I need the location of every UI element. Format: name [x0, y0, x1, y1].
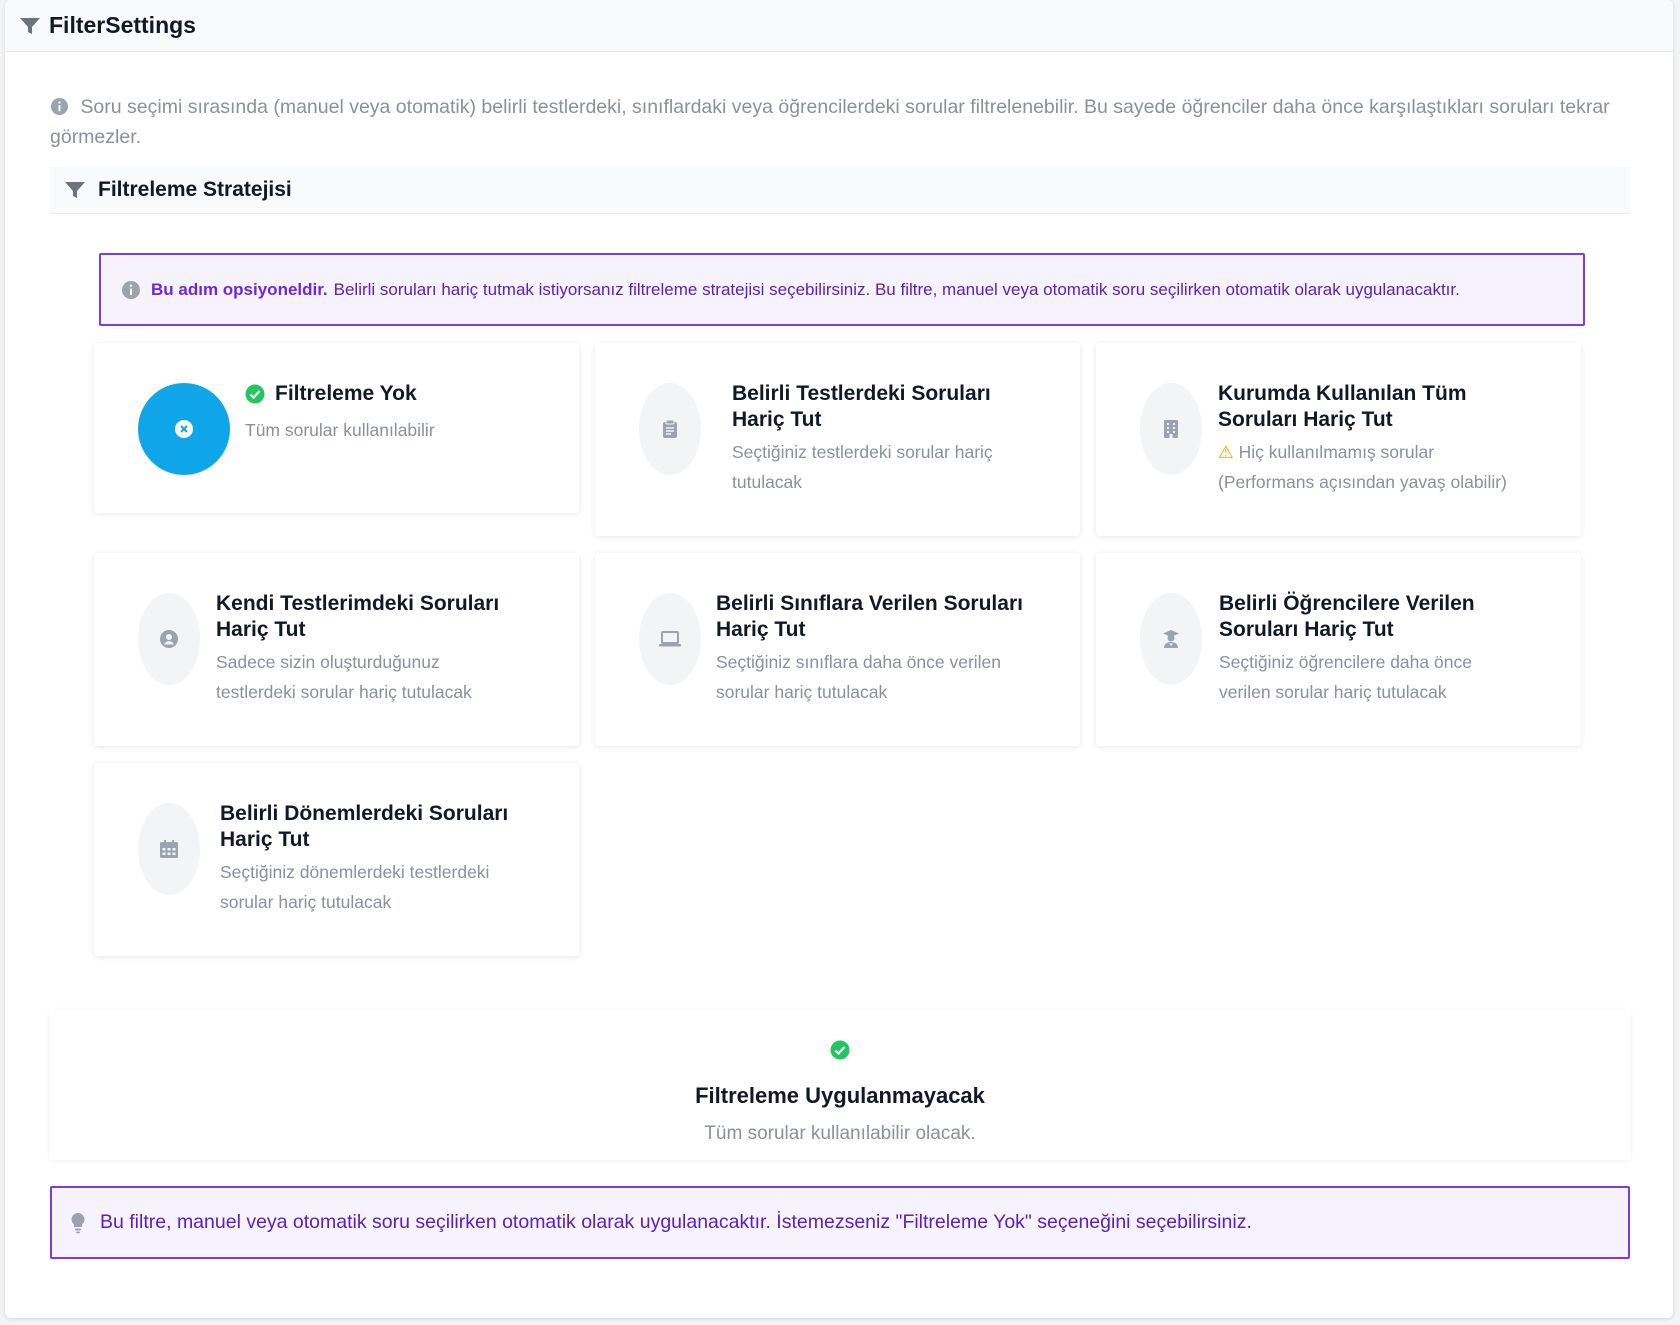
check-circle-icon: [245, 384, 265, 404]
panel-title: FilterSettings: [49, 12, 196, 38]
option-title-2: Hariç Tut: [216, 618, 306, 641]
option-title-2: Hariç Tut: [716, 618, 806, 641]
option-desc-1: Sadece sizin oluşturduğunuz: [216, 652, 440, 672]
option-title-1: Belirli Sınıflara Verilen Soruları: [716, 592, 1023, 615]
lightbulb-icon: [71, 1212, 85, 1233]
strategy-title: Filtreleme Stratejisi: [98, 178, 292, 201]
building-icon: [1164, 420, 1178, 438]
option-desc-2: (Performans açısından yavaş olabilir): [1218, 472, 1507, 492]
option-all-institution[interactable]: Kurumda Kullanılan Tüm Soruları Hariç Tu…: [1096, 343, 1581, 536]
option-title-1: Kendi Testlerimdeki Soruları: [216, 592, 500, 615]
option-specific-students[interactable]: Belirli Öğrencilere Verilen Soruları Har…: [1096, 553, 1581, 746]
option-icon-bg: [639, 383, 701, 475]
option-desc-1: Seçtiğiniz sınıflara daha önce verilen: [716, 652, 1002, 672]
graduate-icon: [1163, 630, 1179, 648]
option-desc-1: Seçtiğiniz dönemlerdeki testlerdeki: [220, 862, 490, 882]
warning-icon: ⚠: [1218, 442, 1234, 462]
option-specific-classes[interactable]: Belirli Sınıflara Verilen Soruları Hariç…: [595, 553, 1080, 746]
selected-indicator: [138, 383, 230, 475]
check-circle-icon: [830, 1040, 850, 1060]
option-icon-bg: [138, 593, 200, 685]
option-title-1: Belirli Testlerdeki Soruları: [732, 382, 991, 405]
option-desc-2: testlerdeki sorular hariç tutulacak: [216, 682, 472, 702]
option-desc-2: sorular hariç tutulacak: [220, 892, 392, 912]
intro-text: Soru seçimi sırasında (manuel veya otoma…: [50, 92, 1620, 152]
option-desc-2: sorular hariç tutulacak: [716, 682, 888, 702]
user-circle-icon: [160, 630, 178, 648]
result-title: Filtreleme Uygulanmayacak: [695, 1083, 985, 1108]
tip-text: Bu filtre, manuel veya otomatik soru seç…: [100, 1211, 1252, 1233]
option-title-2: Soruları Hariç Tut: [1218, 408, 1393, 431]
option-desc-1: Hiç kullanılmamış sorular: [1238, 442, 1435, 462]
option-icon-bg: [639, 593, 701, 685]
option-title-2: Hariç Tut: [732, 408, 822, 431]
filter-settings-panel: FilterSettings Soru seçimi sırasında (ma…: [5, 0, 1673, 1318]
intro-label: Soru seçimi sırasında (manuel veya otoma…: [50, 96, 1610, 148]
option-title-2: Hariç Tut: [220, 828, 310, 851]
option-icon-bg: [1140, 593, 1202, 685]
x-circle-icon: [175, 420, 193, 438]
option-specific-periods[interactable]: Belirli Dönemlerdeki Soruları Hariç Tut …: [94, 763, 579, 956]
option-icon-bg: [138, 803, 200, 895]
option-title-1: Kurumda Kullanılan Tüm: [1218, 382, 1467, 405]
option-title: Filtreleme Yok: [275, 382, 417, 405]
result-desc: Tüm sorular kullanılabilir olacak.: [704, 1123, 976, 1144]
panel-header: FilterSettings: [5, 0, 1673, 52]
filter-result-summary: Filtreleme Uygulanmayacak Tüm sorular ku…: [50, 1010, 1630, 1160]
option-specific-tests[interactable]: Belirli Testlerdeki Soruları Hariç Tut S…: [595, 343, 1080, 536]
option-title-1: Belirli Dönemlerdeki Soruları: [220, 802, 509, 825]
laptop-icon: [659, 631, 681, 647]
option-desc-1: Seçtiğiniz testlerdeki sorular hariç: [732, 442, 993, 462]
strategy-header: Filtreleme Stratejisi: [50, 167, 1630, 214]
option-icon-bg: [1140, 383, 1202, 475]
option-title-1: Belirli Öğrencilere Verilen: [1219, 592, 1475, 615]
info-icon: [122, 280, 140, 299]
option-no-filter[interactable]: Filtreleme Yok Tüm sorular kullanılabili…: [94, 343, 579, 513]
option-desc-2: verilen sorular hariç tutulacak: [1219, 682, 1447, 702]
filter-icon: [20, 17, 40, 34]
option-desc-1: Seçtiğiniz öğrencilere daha önce: [1219, 652, 1472, 672]
calendar-icon: [160, 840, 178, 858]
info-icon: [50, 97, 69, 116]
option-desc-2: tutulacak: [732, 472, 803, 492]
notice-bold: Bu adım opsiyoneldir.: [151, 279, 328, 299]
option-desc: Tüm sorular kullanılabilir: [245, 420, 435, 440]
notice-text: Belirli soruları hariç tutmak istiyorsan…: [333, 279, 1460, 299]
clipboard-icon: [663, 419, 677, 438]
option-my-tests[interactable]: Kendi Testlerimdeki Soruları Hariç Tut S…: [94, 553, 579, 746]
tip-banner: Bu filtre, manuel veya otomatik soru seç…: [50, 1186, 1630, 1259]
option-title-2: Soruları Hariç Tut: [1219, 618, 1394, 641]
optional-notice: Bu adım opsiyoneldir. Belirli soruları h…: [99, 253, 1585, 326]
filter-icon: [65, 182, 85, 198]
